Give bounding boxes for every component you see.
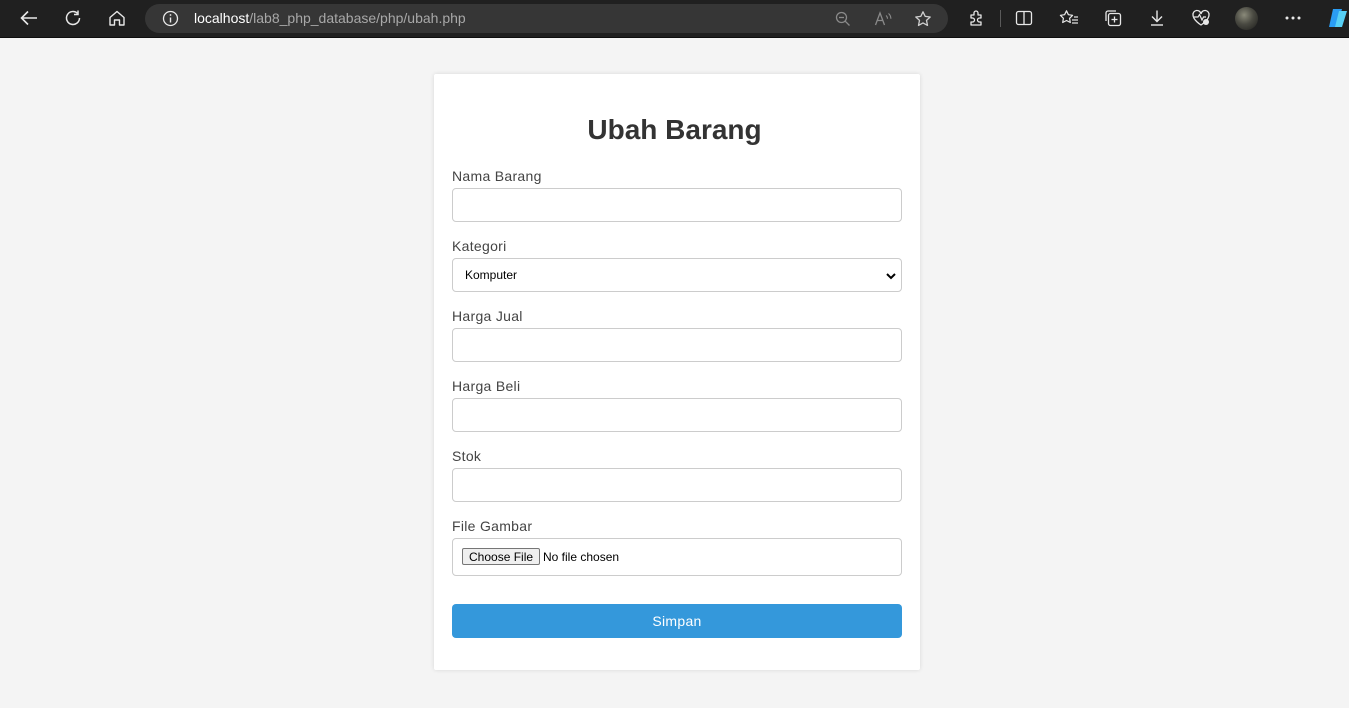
browser-essentials-icon[interactable] [1188, 6, 1214, 30]
refresh-icon[interactable] [60, 6, 86, 30]
url-path: /lab8_php_database/php/ubah.php [249, 10, 466, 26]
browser-toolbar: localhost/lab8_php_database/php/ubah.php [0, 0, 1349, 38]
kategori-select[interactable]: Komputer [452, 258, 902, 292]
kategori-selected-value: Komputer [465, 268, 518, 282]
stok-label: Stok [452, 448, 482, 464]
simpan-button[interactable]: Simpan [452, 604, 902, 638]
back-icon[interactable] [16, 6, 42, 30]
site-info-icon[interactable] [162, 10, 179, 32]
choose-file-button[interactable]: Choose File [462, 548, 541, 565]
nama-barang-label: Nama Barang [452, 168, 542, 184]
form-card [434, 74, 920, 670]
favorites-icon[interactable] [1056, 6, 1082, 30]
file-gambar-label: File Gambar [452, 518, 533, 534]
file-status-text: No file chosen [543, 550, 620, 564]
read-aloud-icon[interactable] [873, 9, 893, 29]
url-text[interactable]: localhost/lab8_php_database/php/ubah.php [194, 10, 466, 26]
url-host: localhost [194, 10, 250, 26]
address-bar[interactable]: localhost/lab8_php_database/php/ubah.php [145, 4, 948, 33]
toolbar-divider [1000, 10, 1001, 27]
harga-beli-label: Harga Beli [452, 378, 521, 394]
harga-jual-input[interactable] [452, 328, 902, 362]
collections-icon[interactable] [1100, 6, 1126, 30]
downloads-icon[interactable] [1144, 6, 1170, 30]
kategori-label: Kategori [452, 238, 507, 254]
zoom-out-icon[interactable] [833, 9, 853, 29]
stok-input[interactable] [452, 468, 902, 502]
extensions-icon[interactable] [964, 6, 990, 30]
home-icon[interactable] [104, 6, 130, 30]
profile-avatar[interactable] [1235, 7, 1258, 30]
copilot-icon[interactable] [1327, 7, 1349, 29]
harga-beli-input[interactable] [452, 398, 902, 432]
page-title: Ubah Barang [587, 114, 762, 145]
chevron-down-icon [885, 269, 897, 287]
harga-jual-label: Harga Jual [452, 308, 523, 324]
favorite-star-icon[interactable] [913, 9, 933, 29]
file-gambar-input: Choose File No file chosen [452, 538, 902, 576]
nama-barang-input[interactable] [452, 188, 902, 222]
split-screen-icon[interactable] [1011, 6, 1037, 30]
more-options-icon[interactable] [1280, 6, 1306, 30]
